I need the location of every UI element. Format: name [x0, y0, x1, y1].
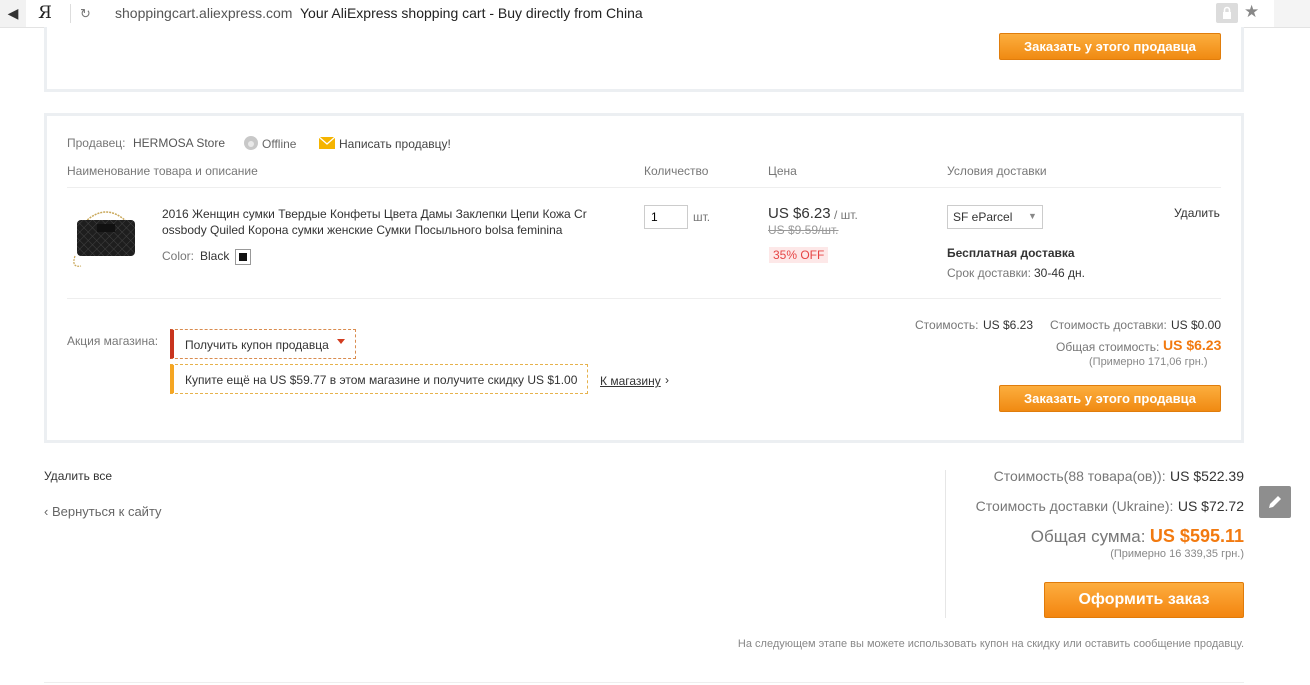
- items-cost-label: Стоимость(88 товара(ов)):: [993, 468, 1166, 484]
- shipping-cost-label: Стоимость доставки (Ukraine):: [975, 498, 1174, 514]
- grand-total-row: Общая сумма: US $595.11: [946, 526, 1244, 547]
- delete-item-link[interactable]: Удалить: [1174, 206, 1220, 220]
- edit-pencil-button[interactable]: [1259, 486, 1291, 518]
- shipping-method-value: SF eParcel: [953, 210, 1013, 224]
- price-unit: / шт.: [834, 208, 858, 222]
- store-shipping-label: Стоимость доставки:: [1050, 318, 1167, 332]
- prev-store-order-button[interactable]: Заказать у этого продавца: [999, 33, 1221, 60]
- header-shipping: Условия доставки: [947, 164, 1047, 178]
- store-box: Продавец: HERMOSA Store Offline Написать…: [44, 113, 1244, 443]
- quantity-unit: шт.: [693, 210, 711, 224]
- header-quantity: Количество: [644, 164, 709, 178]
- discount-badge: 35% OFF: [769, 247, 829, 263]
- checkout-button[interactable]: Оформить заказ: [1044, 582, 1244, 618]
- back-icon[interactable]: ◀: [0, 0, 26, 27]
- yandex-logo[interactable]: Я: [32, 0, 58, 27]
- store-total-value: US $6.23: [1163, 337, 1222, 353]
- delivery-label: Срок доставки:: [947, 266, 1031, 280]
- browser-toolbar: ◀ Я ↻ shoppingcart.aliexpress.com Your A…: [0, 0, 1310, 28]
- bookmark-star-icon[interactable]: ★: [1244, 2, 1259, 22]
- delivery-time: 30-46 дн.: [1034, 266, 1085, 280]
- address-domain[interactable]: shoppingcart.aliexpress.com: [115, 5, 292, 21]
- product-thumbnail[interactable]: [67, 202, 145, 270]
- shipping-cost-row: Стоимость доставки (Ukraine): US $72.72: [946, 498, 1244, 516]
- shipping-method-select[interactable]: SF eParcel ▼: [947, 205, 1043, 229]
- coupon-button[interactable]: Получить купон продавца: [170, 329, 356, 359]
- offline-icon: [243, 135, 259, 151]
- envelope-icon[interactable]: [318, 136, 336, 149]
- delete-all-link[interactable]: Удалить все: [44, 469, 112, 483]
- chevron-right-icon: ›: [665, 373, 669, 387]
- store-total-label: Общая стоимость:: [1056, 340, 1160, 354]
- items-cost-value: US $522.39: [1170, 468, 1244, 484]
- lock-icon[interactable]: [1216, 3, 1238, 23]
- grand-total-value: US $595.11: [1149, 526, 1244, 546]
- store-cost-value: US $6.23: [983, 318, 1034, 332]
- back-to-site-label: Вернуться к сайту: [51, 504, 162, 519]
- promo-text: Купите ещё на US $59.77 в этом магазине …: [185, 373, 578, 387]
- bottom-divider: [44, 682, 1244, 683]
- chevron-down-icon: ▼: [1028, 211, 1037, 221]
- grand-total-label: Общая сумма:: [1030, 527, 1146, 546]
- promo-label: Акция магазина:: [67, 334, 159, 348]
- address-page-title[interactable]: Your AliExpress shopping cart - Buy dire…: [300, 5, 643, 21]
- chevron-left-icon: ‹: [44, 504, 49, 519]
- message-seller-link[interactable]: Написать продавцу!: [339, 137, 451, 151]
- items-cost-row: Стоимость(88 товара(ов)): US $522.39: [946, 468, 1244, 486]
- item-divider: [67, 298, 1221, 299]
- grand-total-approx: (Примерно 16 339,35 грн.): [1110, 548, 1244, 560]
- seller-status: Offline: [262, 137, 297, 151]
- seller-label: Продавец:: [67, 136, 126, 150]
- checkout-note: На следующем этапе вы можете использоват…: [737, 638, 1244, 650]
- back-to-site-link[interactable]: ‹ Вернуться к сайту: [44, 504, 162, 519]
- previous-store-box: Заказать у этого продавца: [44, 27, 1244, 92]
- coupon-button-label: Получить купон продавца: [185, 338, 329, 352]
- quantity-input[interactable]: [644, 205, 688, 229]
- reload-icon[interactable]: ↻: [80, 4, 91, 23]
- header-price: Цена: [768, 164, 797, 178]
- color-swatch[interactable]: [235, 249, 251, 265]
- toolbar-divider: [70, 4, 71, 23]
- free-shipping-label: Бесплатная доставка: [947, 246, 1075, 260]
- header-product: Наименование товара и описание: [67, 164, 258, 178]
- toolbar-corner: [1274, 0, 1310, 27]
- caret-down-icon: [337, 339, 345, 344]
- color-label: Color:: [162, 249, 195, 263]
- store-shipping-value: US $0.00: [1171, 318, 1222, 332]
- store-link[interactable]: К магазину: [600, 374, 661, 388]
- store-total-approx: (Примерно 171,06 грн.): [1089, 356, 1208, 368]
- old-price: US $9.59/шт.: [768, 223, 839, 237]
- pencil-icon: [1269, 496, 1281, 508]
- item-price: US $6.23: [768, 205, 831, 222]
- store-order-button[interactable]: Заказать у этого продавца: [999, 385, 1221, 412]
- promo-message: Купите ещё на US $59.77 в этом магазине …: [170, 364, 588, 394]
- header-divider: [67, 187, 1221, 188]
- seller-name[interactable]: HERMOSA Store: [133, 136, 225, 150]
- store-cost-label: Стоимость:: [915, 318, 979, 332]
- product-title-link[interactable]: 2016 Женщин сумки Твердые Конфеты Цвета …: [162, 206, 587, 238]
- shipping-cost-value: US $72.72: [1177, 498, 1244, 514]
- color-value: Black: [200, 249, 230, 263]
